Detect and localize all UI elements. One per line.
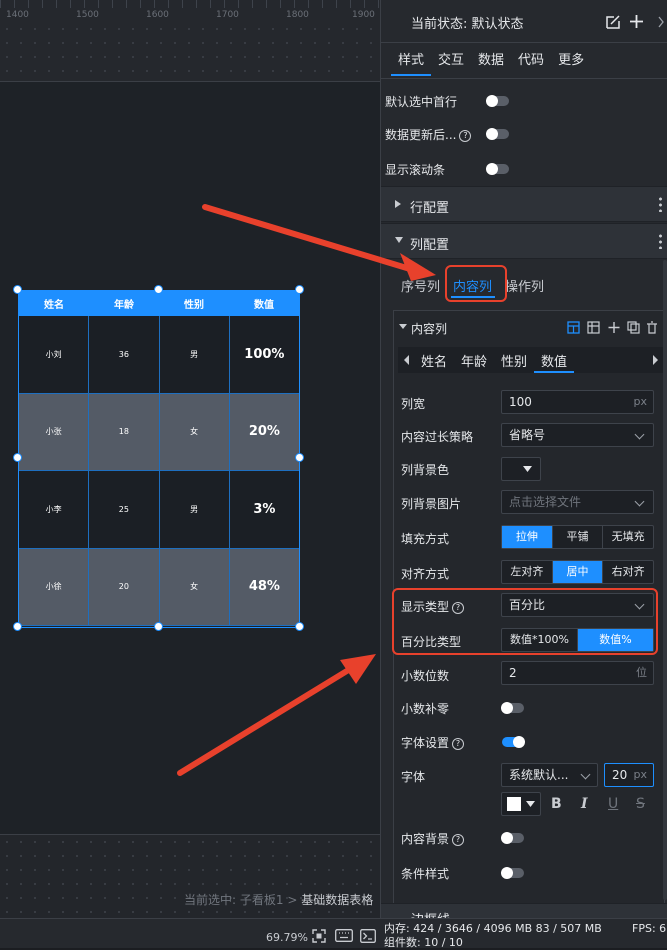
annotation-arrows bbox=[177, 204, 436, 776]
